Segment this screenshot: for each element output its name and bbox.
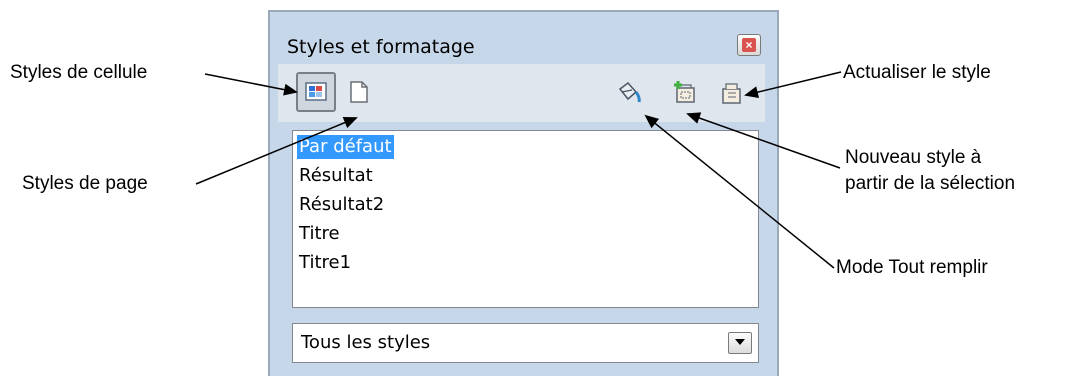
- styles-toolbar: [278, 64, 765, 122]
- callout-new-style-line1: Nouveau style à: [845, 147, 982, 168]
- list-item-titre[interactable]: Titre: [297, 222, 342, 246]
- close-button[interactable]: ×: [737, 34, 761, 56]
- close-icon: ×: [742, 38, 756, 52]
- style-filter-dropdown-button[interactable]: [728, 332, 752, 354]
- panel-header: Styles et formatage ×: [270, 12, 777, 62]
- chevron-down-icon: [735, 339, 745, 345]
- callout-new-style-line2: partir de la sélection: [845, 173, 1016, 194]
- update-style-icon: [722, 83, 741, 104]
- new-style-icon: [674, 81, 695, 103]
- fill-format-mode-button[interactable]: [608, 72, 648, 112]
- styles-list[interactable]: Par défaut Résultat Résultat2 Titre Titr…: [292, 130, 759, 308]
- style-filter-value: Tous les styles: [301, 332, 431, 353]
- cell-styles-icon: [305, 82, 327, 101]
- page-styles-icon: [350, 81, 368, 103]
- callout-cell-styles: Styles de cellule: [10, 62, 148, 83]
- list-item-resultat[interactable]: Résultat: [297, 164, 375, 188]
- new-style-from-selection-button[interactable]: [664, 72, 704, 112]
- styles-formatting-panel: Styles et formatage × Par défaut Résulta…: [268, 10, 779, 376]
- style-filter-select[interactable]: Tous les styles: [292, 323, 759, 363]
- paint-bucket-icon: [618, 81, 641, 103]
- cell-styles-button[interactable]: [296, 72, 336, 112]
- page-styles-button[interactable]: [340, 72, 380, 112]
- callout-fill-mode: Mode Tout remplir: [836, 257, 988, 278]
- list-item-titre1[interactable]: Titre1: [297, 251, 353, 275]
- update-style-button[interactable]: [710, 72, 750, 112]
- callout-page-styles: Styles de page: [22, 173, 148, 194]
- callout-update-style: Actualiser le style: [843, 62, 991, 83]
- panel-title: Styles et formatage: [287, 36, 475, 58]
- list-item-par-defaut[interactable]: Par défaut: [297, 135, 394, 159]
- list-item-resultat2[interactable]: Résultat2: [297, 193, 386, 217]
